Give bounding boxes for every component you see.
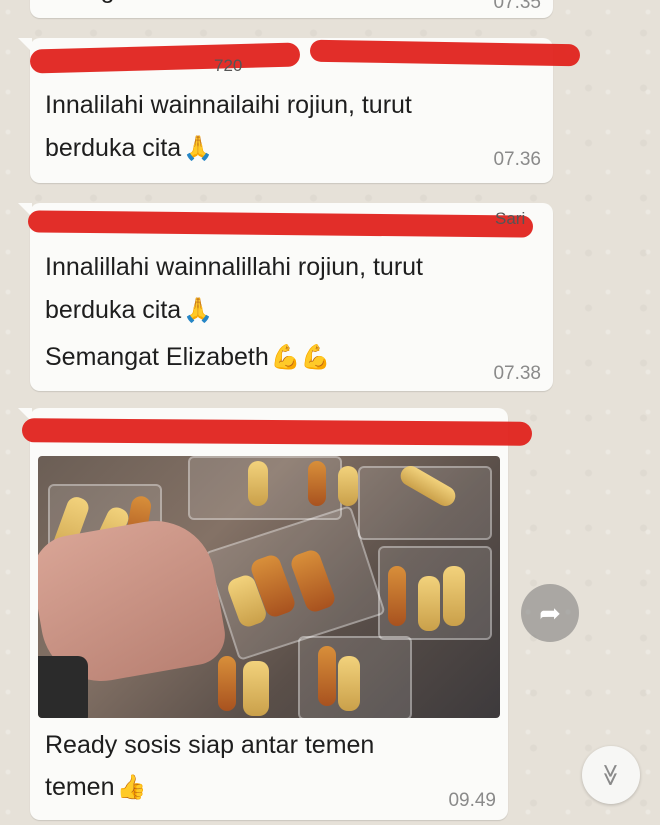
message-bubble-2[interactable]: 720 Innalilahi wainnailaihi rojiun, turu… [18, 38, 581, 183]
food-photo[interactable] [38, 456, 500, 718]
message-text-segment: Semangat Elizabeth [45, 343, 269, 371]
sender-suffix: 720 [214, 56, 243, 75]
photo-food [318, 646, 336, 706]
photo-food [338, 656, 360, 711]
message-time: 07.35 [493, 0, 541, 13]
message-text-line: berduka cita🙏 [45, 290, 213, 331]
redaction-mark [29, 42, 301, 74]
folded-hands-emoji: 🙏 [183, 297, 214, 324]
forward-arrow-icon: ➦ [539, 597, 561, 628]
redaction-mark [309, 39, 581, 67]
message-text: strong [45, 0, 114, 10]
message-text-line: temen👍 [45, 767, 146, 808]
photo-sleeve [38, 656, 88, 718]
folded-hands-emoji: 🙏 [183, 135, 214, 162]
message-text-line: Innalilahi wainnailaihi rojiun, turut [45, 91, 412, 119]
message-text-line: berduka cita🙏 [45, 128, 213, 169]
photo-food [338, 466, 358, 506]
photo-food [443, 566, 465, 626]
flexed-biceps-emoji: 💪💪 [270, 344, 331, 371]
photo-food [418, 576, 440, 631]
message-text-segment: berduka cita [45, 296, 182, 324]
message-text-segment: berduka cita [45, 134, 182, 162]
scroll-to-bottom-button[interactable]: ≫ [582, 746, 640, 804]
photo-food [388, 566, 406, 626]
photo-food [243, 661, 269, 716]
sender-suffix: Sari [495, 209, 526, 228]
message-text-line: Ready sosis siap antar temen [45, 731, 375, 759]
message-text-line: Semangat Elizabeth💪💪 [45, 337, 331, 378]
forward-button[interactable]: ➦ [521, 584, 579, 642]
message-time: 09.49 [448, 790, 496, 811]
message-bubble-1[interactable]: strong 07.35 [30, 0, 553, 18]
sender-name-redacted [21, 408, 533, 448]
photo-food [248, 461, 268, 506]
message-bubble-3[interactable]: Sari Innalillahi wainnalillahi rojiun, t… [18, 203, 553, 391]
redaction-mark [21, 418, 533, 446]
photo-food [218, 656, 236, 711]
thumbs-up-emoji: 👍 [116, 774, 147, 801]
double-chevron-down-icon: ≫ [599, 763, 624, 787]
sender-name-redacted: Sari [27, 203, 553, 243]
redaction-mark [27, 210, 534, 238]
message-time: 07.36 [493, 149, 541, 170]
photo-food [308, 461, 326, 506]
sender-name-redacted: 720 [29, 38, 581, 78]
message-text-line: Innalillahi wainnalillahi rojiun, turut [45, 253, 423, 281]
message-bubble-4[interactable]: Ready sosis siap antar temen temen👍 09.4… [18, 408, 533, 820]
message-text-segment: temen [45, 773, 115, 801]
message-time: 07.38 [493, 363, 541, 384]
